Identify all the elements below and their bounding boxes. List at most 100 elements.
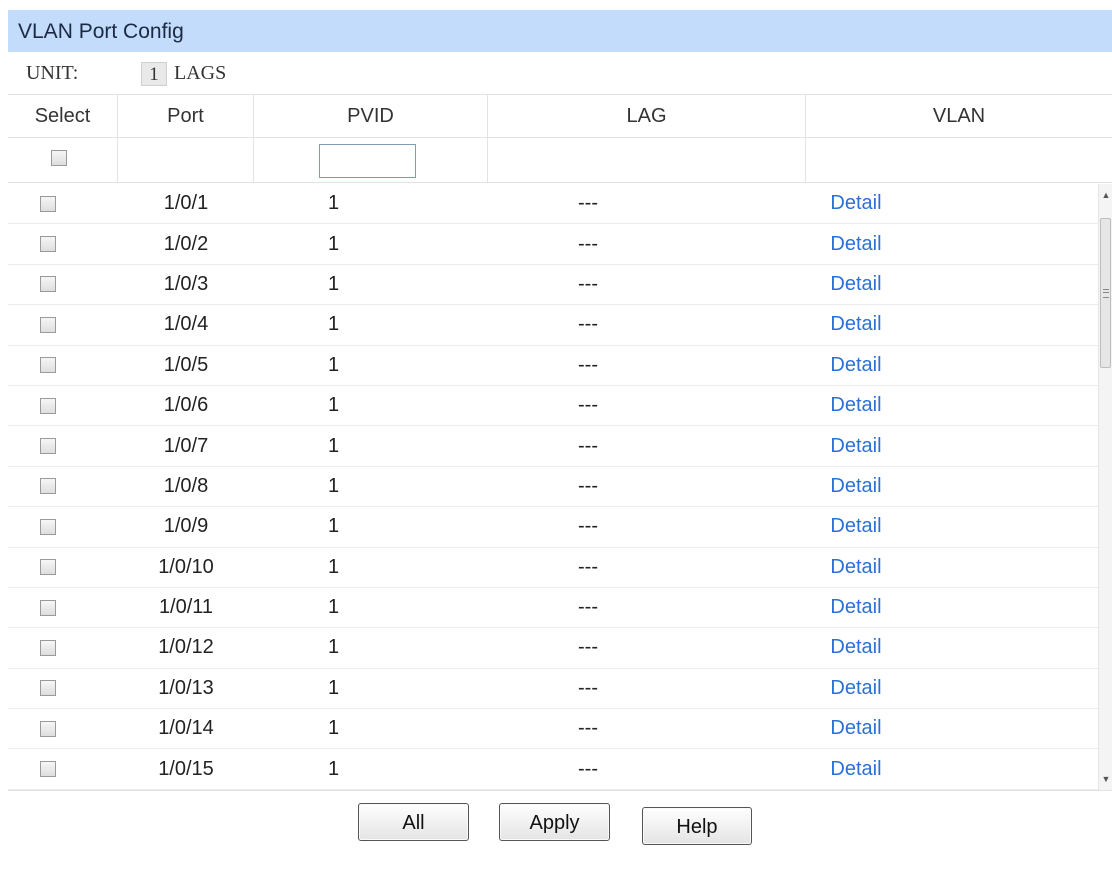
table-row: 1/0/9 1 --- Detail <box>8 507 1112 548</box>
row-select-cell <box>8 276 118 293</box>
port-filter-cell <box>118 138 254 182</box>
row-select-checkbox[interactable] <box>40 559 56 576</box>
vlan-detail-link[interactable]: Detail <box>766 475 946 498</box>
vlan-detail-link[interactable]: Detail <box>766 313 946 336</box>
table-row: 1/0/11 1 --- Detail <box>8 588 1112 629</box>
table-row: 1/0/14 1 --- Detail <box>8 709 1112 750</box>
lags-link[interactable]: LAGS <box>174 62 226 85</box>
select-all-checkbox[interactable] <box>50 150 67 166</box>
pvid-cell: 1 <box>328 353 340 376</box>
vlan-detail-link[interactable]: Detail <box>766 717 946 740</box>
scrollbar-grip-icon <box>1103 289 1109 298</box>
pvid-cell: 1 <box>328 515 340 538</box>
lag-cell: --- <box>578 474 598 497</box>
column-header-select: Select <box>8 95 118 137</box>
port-list: 1/0/1 1 --- Detail 1/0/2 1 --- Detail 1/0/3 1 --- D… <box>8 184 1112 791</box>
unit-row: UNIT: 1 LAGS <box>8 52 1112 95</box>
port-cell: 1/0/7 <box>163 434 209 457</box>
vlan-detail-link[interactable]: Detail <box>766 556 946 579</box>
row-select-checkbox[interactable] <box>40 316 56 333</box>
pvid-filter-cell <box>254 138 488 182</box>
pvid-input[interactable] <box>319 144 416 178</box>
pvid-cell: 1 <box>328 636 340 659</box>
row-select-checkbox[interactable] <box>40 680 56 697</box>
port-cell: 1/0/11 <box>158 596 214 619</box>
row-select-checkbox[interactable] <box>40 478 56 495</box>
select-all-cell <box>8 138 118 182</box>
table-row: 1/0/15 1 --- Detail <box>8 749 1112 790</box>
scroll-down-arrow-icon[interactable]: ▼ <box>1099 770 1112 788</box>
port-cell: 1/0/6 <box>163 394 209 417</box>
row-select-cell <box>8 397 118 414</box>
vlan-detail-link[interactable]: Detail <box>766 677 946 700</box>
row-select-cell <box>8 599 118 616</box>
pvid-cell: 1 <box>328 474 340 497</box>
table-row: 1/0/5 1 --- Detail <box>8 346 1112 386</box>
lag-cell: --- <box>578 394 598 417</box>
apply-button[interactable]: Apply <box>499 803 610 841</box>
vertical-scrollbar[interactable]: ▲ ▼ <box>1098 184 1112 790</box>
all-button[interactable]: All <box>358 803 469 841</box>
vlan-detail-link[interactable]: Detail <box>766 273 946 296</box>
pvid-cell: 1 <box>328 596 340 619</box>
vlan-detail-link[interactable]: Detail <box>766 636 946 659</box>
lag-cell: --- <box>578 636 598 659</box>
row-select-checkbox[interactable] <box>40 357 56 374</box>
row-select-cell <box>8 761 118 778</box>
row-select-checkbox[interactable] <box>40 438 56 455</box>
scroll-up-arrow-icon[interactable]: ▲ <box>1099 186 1112 204</box>
panel-title: VLAN Port Config <box>8 10 1112 52</box>
row-select-checkbox[interactable] <box>40 276 56 293</box>
table-row: 1/0/2 1 --- Detail <box>8 224 1112 265</box>
table-header: Select Port PVID LAG VLAN <box>8 95 1112 138</box>
vlan-detail-link[interactable]: Detail <box>766 233 946 256</box>
pvid-cell: 1 <box>328 313 340 336</box>
lag-cell: --- <box>578 757 598 780</box>
vlan-detail-link[interactable]: Detail <box>766 435 946 458</box>
row-select-cell <box>8 680 118 697</box>
lag-cell: --- <box>578 192 598 215</box>
unit-1-button[interactable]: 1 <box>141 62 167 86</box>
table-row: 1/0/10 1 --- Detail <box>8 548 1112 588</box>
vlan-detail-link[interactable]: Detail <box>766 758 946 781</box>
table-row: 1/0/8 1 --- Detail <box>8 467 1112 508</box>
port-cell: 1/0/8 <box>163 474 209 497</box>
lag-cell: --- <box>578 313 598 336</box>
row-select-checkbox[interactable] <box>40 518 56 535</box>
row-select-cell <box>8 316 118 333</box>
help-button[interactable]: Help <box>642 807 752 845</box>
table-row: 1/0/13 1 --- Detail <box>8 669 1112 710</box>
table-row: 1/0/6 1 --- Detail <box>8 386 1112 427</box>
pvid-cell: 1 <box>328 272 340 295</box>
row-select-checkbox[interactable] <box>40 761 56 778</box>
lag-cell: --- <box>578 272 598 295</box>
port-cell: 1/0/12 <box>158 636 214 659</box>
row-select-checkbox[interactable] <box>40 195 56 212</box>
vlan-detail-link[interactable]: Detail <box>766 515 946 538</box>
row-select-checkbox[interactable] <box>40 720 56 737</box>
row-select-checkbox[interactable] <box>40 236 56 253</box>
pvid-cell: 1 <box>328 232 340 255</box>
filter-row <box>8 138 1112 183</box>
vlan-filter-cell <box>806 138 1112 182</box>
row-select-checkbox[interactable] <box>40 599 56 616</box>
vlan-detail-link[interactable]: Detail <box>766 192 946 215</box>
port-cell: 1/0/10 <box>158 555 214 578</box>
pvid-cell: 1 <box>328 394 340 417</box>
unit-label: UNIT: <box>26 62 79 84</box>
pvid-cell: 1 <box>328 676 340 699</box>
lag-cell: --- <box>578 717 598 740</box>
lag-cell: --- <box>578 596 598 619</box>
vlan-detail-link[interactable]: Detail <box>766 394 946 417</box>
port-cell: 1/0/1 <box>163 192 209 215</box>
lag-cell: --- <box>578 232 598 255</box>
row-select-cell <box>8 195 118 212</box>
row-select-checkbox[interactable] <box>40 397 56 414</box>
port-cell: 1/0/2 <box>163 232 209 255</box>
vlan-detail-link[interactable]: Detail <box>766 354 946 377</box>
vlan-detail-link[interactable]: Detail <box>766 596 946 619</box>
row-select-cell <box>8 720 118 737</box>
scrollbar-thumb[interactable] <box>1100 218 1111 368</box>
row-select-checkbox[interactable] <box>40 639 56 656</box>
port-cell: 1/0/4 <box>163 313 209 336</box>
